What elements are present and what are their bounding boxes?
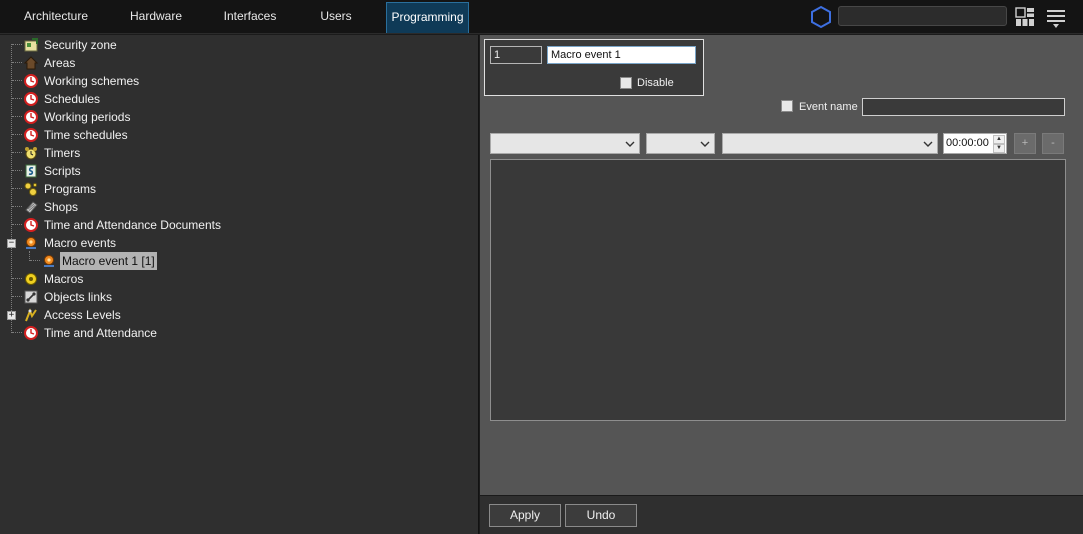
top-bar: Architecture Hardware Interfaces Users P…: [0, 0, 1083, 34]
tree-item-label: Macros: [44, 272, 84, 286]
access-level-icon: [25, 308, 37, 322]
event-name-checkbox[interactable]: [781, 100, 793, 112]
link-icon: [24, 290, 38, 304]
add-button[interactable]: +: [1014, 133, 1036, 154]
tree-guide-line: [12, 206, 22, 207]
security-zone-icon: [24, 38, 38, 52]
tree-guide-line: [12, 62, 22, 63]
macro-event-icon: [44, 255, 54, 267]
tree-item-label: Areas: [44, 56, 76, 70]
tab-interfaces[interactable]: Interfaces: [208, 2, 292, 33]
tree-guide-line: [12, 134, 22, 135]
clock-icon: [24, 110, 38, 124]
object-tree: Security zone Areas Working schemes Sche…: [0, 35, 479, 534]
tab-users[interactable]: Users: [294, 2, 378, 33]
script-icon: [25, 164, 37, 178]
tree-guide-line: [12, 152, 22, 153]
chevron-down-icon: [923, 141, 933, 147]
search-input[interactable]: [838, 6, 1007, 26]
tree-item-label: Scripts: [44, 164, 81, 178]
object-type-combo[interactable]: [490, 133, 640, 154]
timer-icon: [25, 147, 37, 160]
tree-item-label: Working periods: [44, 110, 131, 124]
clock-icon: [24, 218, 38, 232]
tree-guide-line: [30, 260, 40, 261]
macro-icon: [25, 273, 37, 285]
clock-icon: [24, 326, 38, 340]
shop-icon: [25, 201, 38, 214]
spin-down-button[interactable]: ▼: [993, 144, 1005, 153]
tree-guide-line: [12, 44, 22, 45]
tree-guide-line: [12, 332, 22, 333]
hexagon-icon[interactable]: [809, 5, 833, 29]
macro-event-list[interactable]: [490, 159, 1066, 421]
tree-guide-line: [12, 296, 22, 297]
tree-item-label: Time and Attendance Documents: [44, 218, 221, 232]
tree-item-label: Macro events: [44, 236, 117, 250]
tree-item-label: Macro event 1 [1]: [60, 252, 157, 270]
clock-icon: [24, 92, 38, 106]
tree-item-label: Timers: [44, 146, 81, 160]
undo-button[interactable]: Undo: [565, 504, 637, 527]
event-combo[interactable]: [722, 133, 938, 154]
program-icon: [24, 182, 38, 196]
chevron-down-icon: [625, 141, 635, 147]
clock-icon: [24, 74, 38, 88]
tree-guide-line: [12, 224, 22, 225]
tree-item-label: Objects links: [44, 290, 113, 304]
tree-guide-line: [12, 80, 22, 81]
tab-programming[interactable]: Programming: [386, 2, 469, 33]
tree-guide-line: [12, 170, 22, 171]
tree-item-label: Programs: [44, 182, 97, 196]
time-value: 00:00:00: [946, 137, 989, 149]
tree-guide-line: [12, 278, 22, 279]
tree-item-label: Shops: [44, 200, 79, 214]
disable-label: Disable: [637, 77, 674, 89]
spin-up-button[interactable]: ▲: [993, 135, 1005, 144]
name-field[interactable]: Macro event 1: [547, 46, 696, 64]
tree-item-label: Working schemes: [44, 74, 140, 88]
delay-time-input[interactable]: 00:00:00 ▲ ▼: [943, 133, 1007, 154]
macro-event-icon: [26, 237, 36, 249]
event-name-label: Event name: [799, 101, 858, 113]
tree-guide-line: [12, 116, 22, 117]
object-id-combo[interactable]: [646, 133, 715, 154]
layout-grid-icon[interactable]: [1015, 7, 1035, 27]
tab-hardware[interactable]: Hardware: [114, 2, 198, 33]
tab-architecture[interactable]: Architecture: [14, 2, 98, 33]
clock-icon: [24, 128, 38, 142]
collapse-toggle[interactable]: −: [7, 239, 16, 248]
disable-checkbox[interactable]: [620, 77, 632, 89]
remove-button[interactable]: -: [1042, 133, 1064, 154]
id-field[interactable]: 1: [490, 46, 542, 64]
areas-icon: [24, 56, 38, 70]
tree-item-label: Security zone: [44, 38, 117, 52]
menu-icon[interactable]: [1046, 7, 1066, 29]
tree-guide-line: [12, 98, 22, 99]
tree-guide-line: [12, 188, 22, 189]
tree-item-label: Time and Attendance: [44, 326, 157, 340]
tree-item-label: Schedules: [44, 92, 101, 106]
expand-toggle[interactable]: +: [7, 311, 16, 320]
apply-button[interactable]: Apply: [489, 504, 561, 527]
tree-item-label: Access Levels: [44, 308, 121, 322]
event-name-field[interactable]: [862, 98, 1065, 116]
tree-item-label: Time schedules: [44, 128, 128, 142]
chevron-down-icon: [700, 141, 710, 147]
